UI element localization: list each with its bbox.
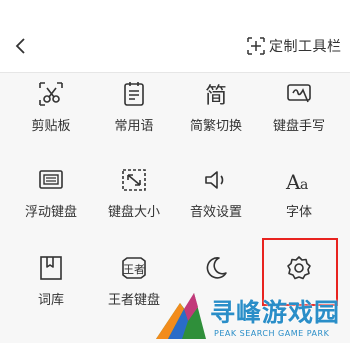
tool-label: 浮动键盘 — [24, 205, 77, 220]
watermark: 寻峰游戏园 PEAK SEARCH GAME PARK — [152, 287, 350, 343]
svg-text:A: A — [285, 170, 301, 194]
tool-label: 键盘大小 — [107, 205, 160, 220]
watermark-subtitle: PEAK SEARCH GAME PARK — [214, 329, 330, 338]
dictionary-icon — [40, 256, 62, 280]
chevron-left-icon — [15, 38, 25, 54]
tool-simp-trad-switch[interactable]: 简 简繁切换 — [186, 80, 246, 152]
tool-label: 音效设置 — [189, 205, 242, 220]
moon-icon — [206, 257, 227, 279]
tool-label: 简繁切换 — [189, 119, 242, 134]
tool-clipboard[interactable]: 剪贴板 — [21, 80, 81, 152]
customize-toolbar-label: 定制工具栏 — [269, 39, 342, 55]
scissors-icon — [39, 82, 63, 106]
add-box-icon — [247, 37, 265, 55]
tool-label: 键盘手写 — [272, 119, 325, 134]
tool-floating-keyboard[interactable]: 浮动键盘 — [21, 166, 81, 238]
notes-icon — [124, 82, 144, 106]
tool-common-phrases[interactable]: 常用语 — [104, 80, 164, 152]
king-keyboard-icon: 王者 — [122, 257, 146, 279]
top-bar: 定制工具栏 — [0, 0, 350, 72]
handwriting-icon — [287, 84, 311, 103]
font-icon: A a — [285, 170, 308, 194]
tool-label: 常用语 — [114, 119, 154, 134]
mountain-logo — [156, 293, 206, 339]
svg-text:王者: 王者 — [123, 263, 145, 276]
tool-font[interactable]: A a 字体 — [269, 166, 329, 238]
watermark-title: 寻峰游戏园 — [210, 298, 341, 327]
tool-label: 字体 — [285, 205, 312, 220]
customize-toolbar-button[interactable]: 定制工具栏 — [246, 34, 342, 58]
jian-char-icon: 简 — [205, 84, 227, 108]
tool-sound-settings[interactable]: 音效设置 — [186, 166, 246, 238]
svg-text:简: 简 — [205, 84, 227, 108]
tool-keyboard-handwriting[interactable]: 键盘手写 — [269, 80, 329, 152]
tool-dictionary[interactable]: 词库 — [21, 254, 81, 326]
tool-label: 剪贴板 — [31, 119, 71, 134]
tool-label: 词库 — [37, 293, 64, 308]
back-button[interactable] — [10, 35, 32, 57]
svg-text:a: a — [300, 177, 308, 193]
floating-keyboard-icon — [39, 170, 63, 189]
tool-keyboard-size[interactable]: 键盘大小 — [104, 166, 164, 238]
speaker-icon — [205, 171, 224, 189]
resize-icon — [122, 169, 146, 191]
